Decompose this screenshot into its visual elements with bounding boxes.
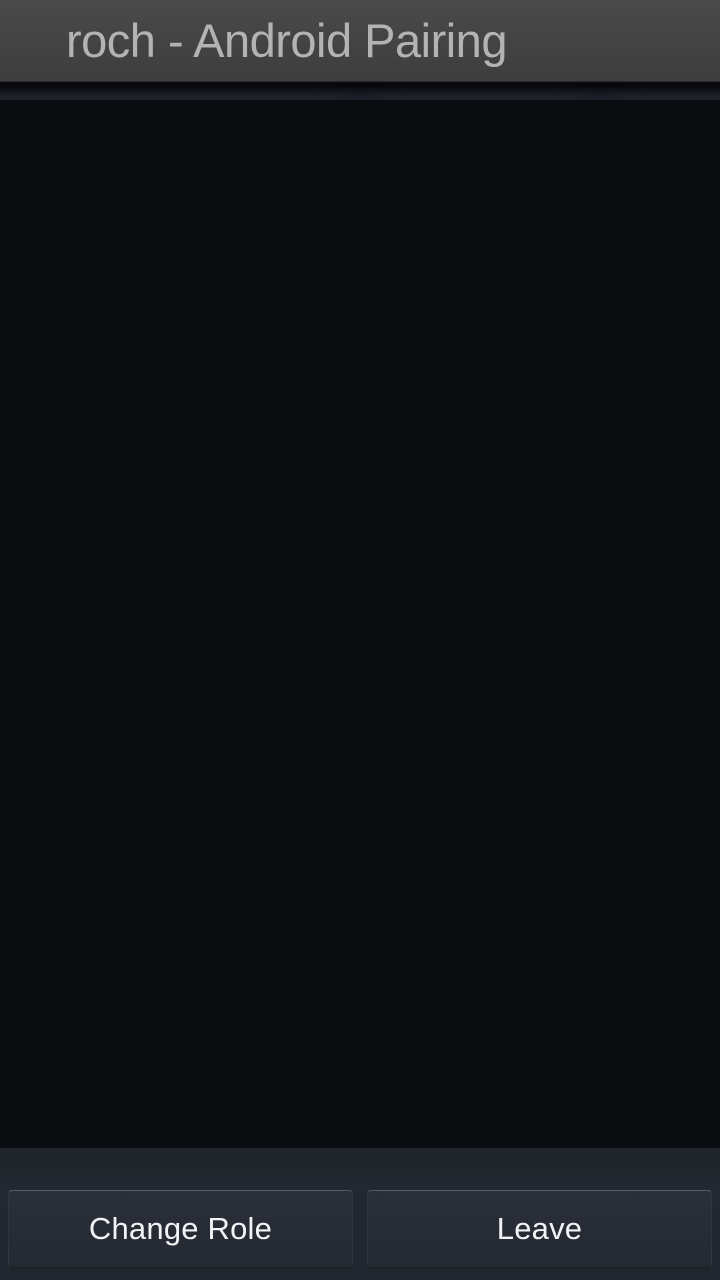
change-role-button[interactable]: Change Role <box>8 1190 353 1268</box>
title-bar: roch - Android Pairing <box>0 0 720 82</box>
footer-button-bar: Change Role Leave <box>0 1180 720 1280</box>
app-tile-map-navigation[interactable]: Map Navigation <box>0 91 240 100</box>
leave-button[interactable]: Leave <box>367 1190 712 1268</box>
page-title: roch - Android Pairing <box>66 14 507 67</box>
app-grid: Map Navigation <box>0 83 720 100</box>
app-tile-listener[interactable]: ROCON ROCON Listener <box>480 91 720 100</box>
app-grid-region: Map Navigation <box>0 83 720 100</box>
footer-spacer <box>0 1148 720 1180</box>
app-tile-panorama[interactable]: ROCON ROCON Panorama <box>240 91 480 100</box>
